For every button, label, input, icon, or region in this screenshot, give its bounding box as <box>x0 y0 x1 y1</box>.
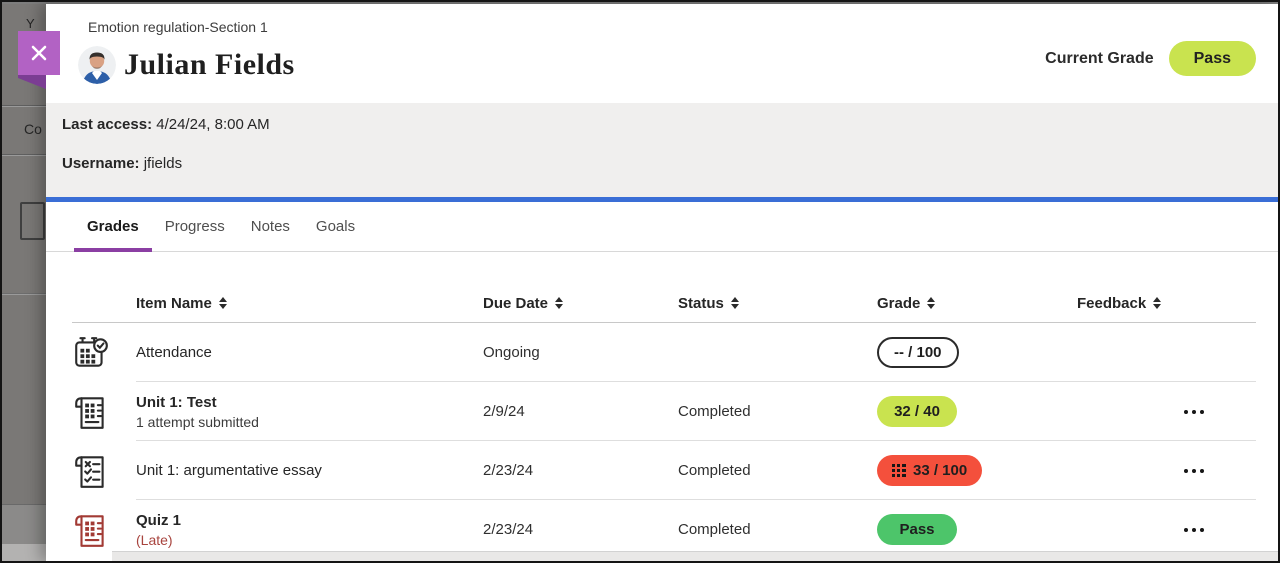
username-value: jfields <box>144 155 182 172</box>
column-header-label: Due Date <box>483 295 548 312</box>
course-title: Emotion regulation-Section 1 <box>88 19 268 35</box>
item-name[interactable]: Unit 1: Test <box>136 394 483 411</box>
column-header-label: Feedback <box>1077 295 1146 312</box>
column-header-label: Grade <box>877 295 920 312</box>
student-info-strip: Last access: 4/24/24, 8:00 AM Username: … <box>46 103 1278 197</box>
current-grade-label: Current Grade <box>1045 50 1153 68</box>
due-date-cell: 2/23/24 <box>483 462 678 479</box>
column-header-feedback[interactable]: Feedback <box>1077 295 1256 312</box>
close-ribbon-fold <box>18 75 46 90</box>
test-scroll-icon <box>72 393 110 431</box>
status-cell: Completed <box>678 521 877 538</box>
background-divider <box>2 154 46 156</box>
table-header-row: Item Name Due Date Status Grade Feedback <box>72 284 1256 323</box>
tab-goals[interactable]: Goals <box>303 202 368 251</box>
item-name[interactable]: Unit 1: argumentative essay <box>136 462 483 479</box>
table-row-unit1-test[interactable]: Unit 1: Test 1 attempt submitted 2/9/24 … <box>72 382 1256 441</box>
column-header-item-name[interactable]: Item Name <box>136 295 483 312</box>
close-panel-button[interactable] <box>18 31 60 75</box>
item-subtitle-late: (Late) <box>136 532 483 548</box>
item-name[interactable]: Quiz 1 <box>136 512 483 529</box>
bottom-cutoff-strip <box>112 551 1278 561</box>
column-header-label: Item Name <box>136 295 212 312</box>
last-access-value: 4/24/24, 8:00 AM <box>156 116 269 133</box>
essay-checklist-icon <box>72 452 110 490</box>
grades-table: Item Name Due Date Status Grade Feedback <box>72 284 1256 559</box>
grade-pill[interactable]: -- / 100 <box>877 337 959 368</box>
background-text-fragment: Y <box>26 16 35 31</box>
sort-icon <box>1153 297 1161 309</box>
last-access-label: Last access: <box>62 116 152 133</box>
student-avatar <box>78 46 116 84</box>
column-header-status[interactable]: Status <box>678 295 877 312</box>
sort-icon <box>731 297 739 309</box>
rubric-grid-icon <box>892 464 906 478</box>
sort-icon <box>555 297 563 309</box>
grade-pill[interactable]: Pass <box>877 514 957 545</box>
quiz-scroll-icon <box>72 511 110 549</box>
row-menu-button[interactable] <box>1182 463 1206 479</box>
grade-pill-value: 33 / 100 <box>913 462 967 479</box>
sort-icon <box>927 297 935 309</box>
row-menu-button[interactable] <box>1182 522 1206 538</box>
tab-bar: Grades Progress Notes Goals <box>46 202 1278 252</box>
grade-pill[interactable]: 33 / 100 <box>877 455 982 486</box>
tab-progress[interactable]: Progress <box>152 202 238 251</box>
background-footer-area <box>2 544 46 561</box>
tab-notes[interactable]: Notes <box>238 202 303 251</box>
item-name[interactable]: Attendance <box>136 344 483 361</box>
background-card-outline <box>20 202 45 240</box>
due-date-cell: 2/23/24 <box>483 521 678 538</box>
username-line: Username: jfields <box>62 153 1278 175</box>
background-divider <box>2 105 46 107</box>
sort-icon <box>219 297 227 309</box>
table-row-attendance[interactable]: Attendance Ongoing -- / 100 <box>72 323 1256 382</box>
column-header-grade[interactable]: Grade <box>877 295 1077 312</box>
status-cell: Completed <box>678 462 877 479</box>
due-date-cell: 2/9/24 <box>483 403 678 420</box>
grade-pill[interactable]: 32 / 40 <box>877 396 957 427</box>
last-access-line: Last access: 4/24/24, 8:00 AM <box>62 114 1278 136</box>
tab-grades[interactable]: Grades <box>74 202 152 251</box>
attendance-calendar-icon <box>72 334 110 372</box>
column-header-label: Status <box>678 295 724 312</box>
row-menu-button[interactable] <box>1182 404 1206 420</box>
due-date-cell: Ongoing <box>483 344 678 361</box>
avatar-image <box>78 46 116 84</box>
username-label: Username: <box>62 155 140 172</box>
close-icon <box>30 44 48 62</box>
current-grade-area: Current Grade Pass <box>1045 41 1256 76</box>
current-grade-badge[interactable]: Pass <box>1169 41 1256 76</box>
table-row-argumentative-essay[interactable]: Unit 1: argumentative essay 2/23/24 Comp… <box>72 441 1256 500</box>
background-text-fragment: Co <box>24 121 42 137</box>
column-header-due-date[interactable]: Due Date <box>483 295 678 312</box>
screen: Y Co Emotion regulation-Section 1 <box>0 0 1280 563</box>
student-overview-panel: Emotion regulation-Section 1 Julian Fiel… <box>46 4 1278 561</box>
student-name: Julian Fields <box>124 48 295 82</box>
status-cell: Completed <box>678 403 877 420</box>
item-subtitle: 1 attempt submitted <box>136 414 483 430</box>
background-divider <box>2 293 46 295</box>
